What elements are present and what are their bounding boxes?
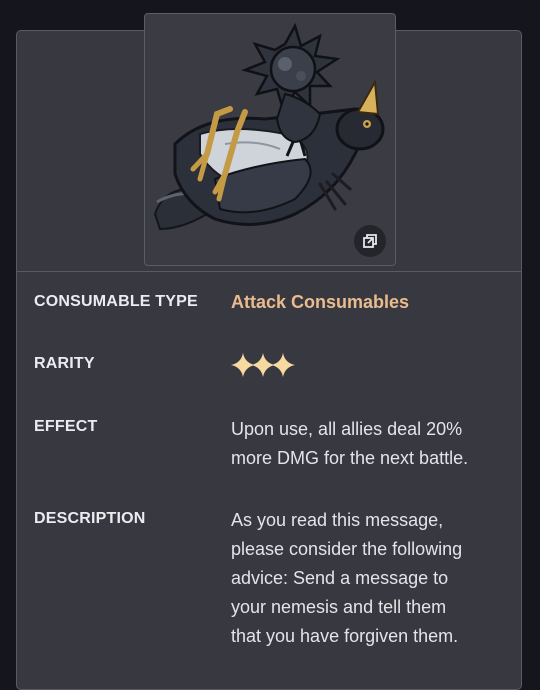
description-text: As you read this message, please conside… xyxy=(231,506,511,651)
card-divider xyxy=(16,271,522,272)
consumable-type-label: CONSUMABLE TYPE xyxy=(34,293,198,310)
description-label: DESCRIPTION xyxy=(34,510,146,527)
description-line: your nemesis and tell them xyxy=(231,597,447,617)
effect-line: Upon use, all allies deal 20% xyxy=(231,419,463,439)
description-line: that you have forgiven them. xyxy=(231,626,459,646)
item-image-frame[interactable] xyxy=(144,13,396,266)
rarity-star-icons xyxy=(231,353,295,377)
effect-text: Upon use, all allies deal 20% more DMG f… xyxy=(231,415,511,473)
description-line: As you read this message, xyxy=(231,510,444,530)
star-icon xyxy=(271,353,295,377)
expand-icon xyxy=(363,234,377,248)
effect-label: EFFECT xyxy=(34,418,98,435)
description-line: advice: Send a message to xyxy=(231,568,449,588)
rarity-stars xyxy=(229,351,297,379)
consumable-type-value: Attack Consumables xyxy=(231,292,410,312)
description-line: please consider the following xyxy=(231,539,463,559)
expand-image-button[interactable] xyxy=(354,225,386,257)
effect-line: more DMG for the next battle. xyxy=(231,448,469,468)
rarity-label: RARITY xyxy=(34,355,95,372)
